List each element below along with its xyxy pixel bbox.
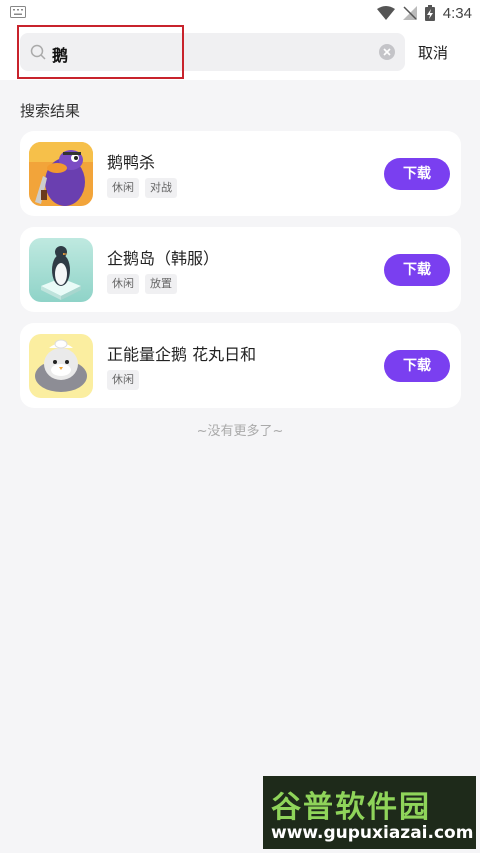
goose-duck-game-icon	[29, 142, 93, 206]
status-bar: 4:34	[0, 0, 480, 26]
result-card[interactable]: 正能量企鹅 花丸日和 休闲 下载	[20, 323, 461, 408]
download-button[interactable]: 下载	[384, 350, 450, 382]
watermark: 谷普软件园 www.gupuxiazai.com	[263, 776, 476, 849]
app-name: 正能量企鹅 花丸日和	[107, 345, 257, 364]
download-button[interactable]: 下载	[384, 254, 450, 286]
no-signal-icon	[402, 6, 417, 20]
keyboard-icon	[10, 6, 26, 18]
tag: 休闲	[107, 274, 139, 294]
tag: 对战	[145, 178, 177, 198]
watermark-url: www.gupuxiazai.com	[271, 823, 474, 843]
download-button[interactable]: 下载	[384, 158, 450, 190]
positive-penguin-icon	[29, 334, 93, 398]
app-name: 企鹅岛（韩服）	[107, 249, 220, 268]
tag: 休闲	[107, 178, 139, 198]
highlight-box	[17, 25, 184, 79]
app-name: 鹅鸭杀	[107, 153, 156, 172]
tag: 休闲	[107, 370, 139, 390]
tag-list: 休闲 对战	[107, 178, 177, 198]
wifi-icon	[376, 6, 395, 20]
battery-charging-icon	[424, 5, 435, 21]
tag-list: 休闲 放置	[107, 274, 177, 294]
tag-list: 休闲	[107, 370, 139, 390]
penguin-isle-icon	[29, 238, 93, 302]
result-card[interactable]: 鹅鸭杀 休闲 对战 下载	[20, 131, 461, 216]
status-time: 4:34	[442, 4, 472, 22]
clear-icon[interactable]	[379, 44, 395, 60]
end-of-list-text: ~没有更多了~	[196, 424, 284, 439]
tag: 放置	[145, 274, 177, 294]
search-header: 鹅 取消	[0, 25, 480, 80]
cancel-button[interactable]: 取消	[418, 42, 448, 63]
watermark-title: 谷普软件园	[271, 790, 431, 825]
result-card[interactable]: 企鹅岛（韩服） 休闲 放置 下载	[20, 227, 461, 312]
section-title: 搜索结果	[20, 102, 81, 120]
